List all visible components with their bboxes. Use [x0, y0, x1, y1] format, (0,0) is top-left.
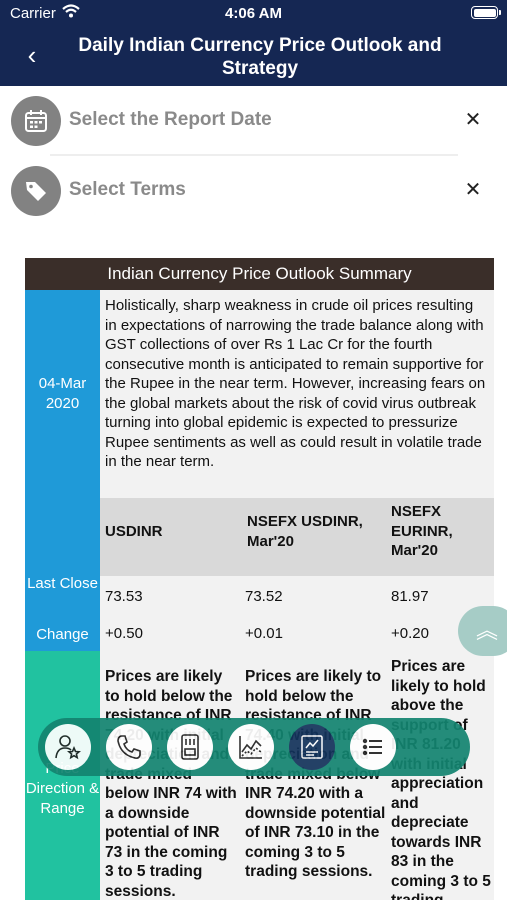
summary-text: Holistically, sharp weakness in crude oi…	[100, 290, 494, 498]
status-bar: Carrier 4:06 AM	[0, 0, 507, 28]
back-button[interactable]: ‹	[18, 38, 46, 72]
phone-icon[interactable]	[106, 724, 152, 770]
calendar-icon	[11, 96, 61, 146]
report-icon[interactable]	[289, 724, 335, 770]
last-close-value: 73.53	[100, 576, 240, 617]
last-close-label: Last Close	[27, 575, 98, 592]
last-close-value: 73.52	[240, 576, 386, 617]
change-label: Change	[36, 626, 89, 643]
terms-filter[interactable]: Select Terms ✕	[0, 156, 507, 226]
page-title: Daily Indian Currency Price Outlook and …	[78, 35, 442, 79]
change-value: +0.50	[100, 617, 240, 651]
clock: 4:06 AM	[225, 5, 282, 22]
bottom-toolbar	[38, 718, 470, 776]
app-header: Carrier 4:06 AM ‹ Daily Indian Currency …	[0, 0, 507, 86]
row-header-market: 04-Mar 2020 Last Close Change	[25, 290, 100, 651]
scroll-top-button[interactable]: ︽	[458, 606, 507, 656]
change-value: +0.01	[240, 617, 386, 651]
user-star-icon[interactable]	[45, 724, 91, 770]
outlook-summary-table: Indian Currency Price Outlook Summary 04…	[25, 258, 494, 900]
report-date: 04-Mar 2020	[38, 375, 87, 412]
chart-line-icon[interactable]	[228, 724, 274, 770]
column-header: NSEFX EURINR, Mar'20	[386, 498, 494, 576]
close-icon[interactable]: ✕	[463, 178, 483, 202]
close-icon[interactable]: ✕	[463, 108, 483, 132]
column-header: USDINR	[100, 498, 240, 576]
column-header: NSEFX USDINR, Mar'20	[240, 498, 386, 576]
report-date-label: Select the Report Date	[69, 109, 272, 130]
terms-label: Select Terms	[69, 179, 186, 200]
table-heading: Indian Currency Price Outlook Summary	[25, 258, 494, 290]
report-date-filter[interactable]: Select the Report Date ✕	[0, 86, 507, 156]
calculator-icon[interactable]	[167, 724, 213, 770]
battery-icon	[471, 6, 501, 19]
tag-icon	[11, 166, 61, 216]
list-icon[interactable]	[350, 724, 396, 770]
